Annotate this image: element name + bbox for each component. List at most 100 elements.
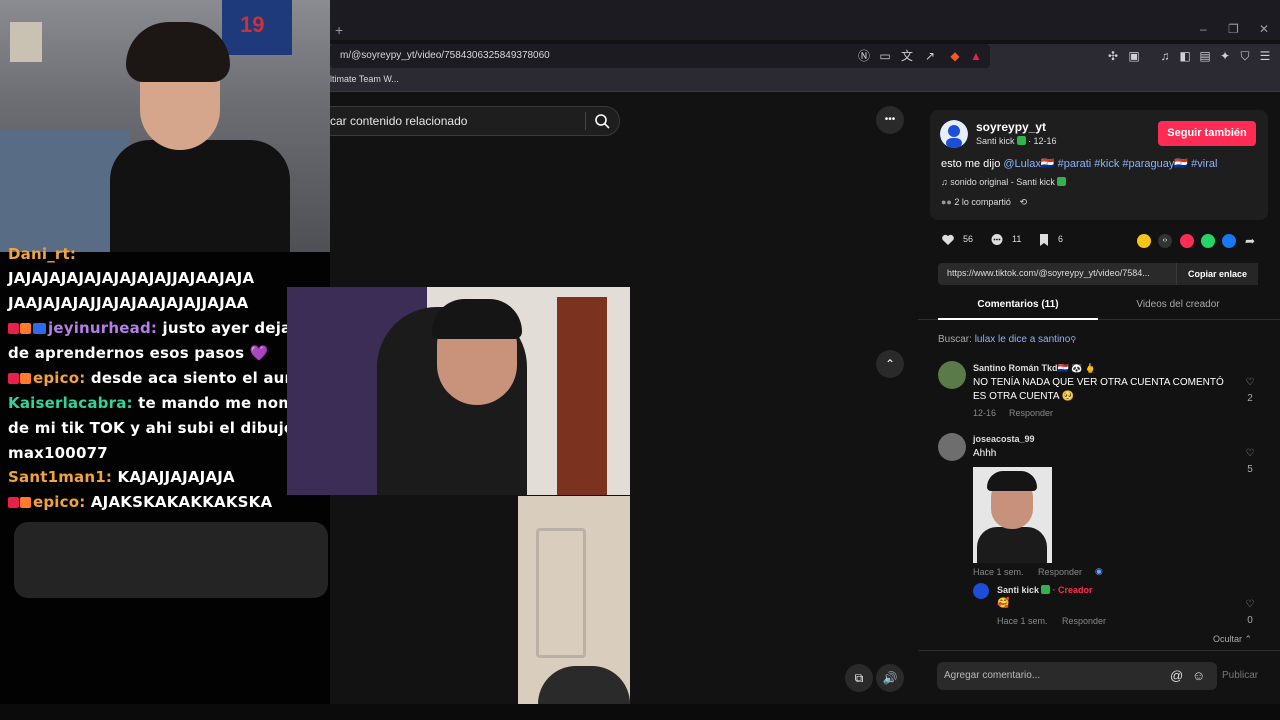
chat-username[interactable]: epico: — [33, 369, 85, 387]
ai-icon[interactable]: ✦ — [1218, 49, 1232, 63]
vpn-icon[interactable]: ⛉ — [1238, 49, 1252, 63]
chat-username[interactable]: Kaiserlacabra: — [8, 394, 133, 412]
creator-tag: · Creador — [1052, 585, 1093, 595]
comment-like-icon[interactable]: ♡ — [1243, 377, 1257, 388]
send-icon[interactable] — [1180, 234, 1194, 248]
whatsapp-icon[interactable] — [1201, 234, 1215, 248]
heart-icon[interactable] — [941, 233, 955, 247]
tab-comments[interactable]: Comentarios (11) — [938, 299, 1098, 310]
tier-badge-icon — [20, 497, 31, 508]
new-tab-button[interactable]: + — [335, 22, 343, 38]
comment-icon[interactable] — [990, 233, 1004, 247]
chat-message: epico: desde aca siento el aura — [8, 369, 302, 387]
emoji-icon[interactable]: ☺ — [1192, 668, 1205, 683]
verified-icon — [1016, 136, 1026, 145]
comment-avatar[interactable] — [938, 433, 966, 461]
search-small-icon[interactable]: ⚲ — [1070, 335, 1076, 344]
close-button[interactable]: ✕ — [1259, 22, 1269, 36]
tab-creator-videos[interactable]: Videos del creador — [1098, 299, 1258, 310]
hide-replies-button[interactable]: Ocultar ⌃ — [1213, 634, 1252, 645]
restore-button[interactable]: ❐ — [1228, 22, 1239, 36]
creator-nickname: Santi kick — [976, 136, 1015, 146]
desc-tags[interactable]: @Lulax🇵🇾 #parati #kick #paraguay🇵🇾 #vira… — [1003, 158, 1217, 170]
reply-text: 🥰 — [997, 598, 1010, 609]
mention-icon[interactable]: @ — [1170, 668, 1183, 683]
flag-badge-icon — [33, 323, 46, 334]
chat-username[interactable]: jeyinurhead: — [48, 319, 157, 337]
pip-button[interactable]: ⧉ — [845, 664, 873, 692]
share-arrow-icon[interactable]: ➦ — [1243, 234, 1257, 248]
comment-like-icon[interactable]: ♡ — [1243, 448, 1257, 459]
reply-username[interactable]: Santi kick · Creador — [997, 585, 1093, 595]
comment-like-icon[interactable]: ♡ — [1243, 599, 1257, 610]
screenshot-icon[interactable]: ▭ — [878, 49, 892, 63]
copy-link-button[interactable]: Copiar enlace — [1176, 263, 1258, 285]
chat-username[interactable]: epico: — [33, 493, 85, 511]
reply-user[interactable]: Santi kick — [997, 585, 1039, 595]
reply-button[interactable]: Responder — [1009, 408, 1053, 418]
coin-icon[interactable] — [1137, 234, 1151, 248]
chat-text: JAAJAJAJAJJAJAJAAJAJAJJAJAA — [8, 294, 249, 312]
streamer-body — [110, 140, 290, 252]
sound-name[interactable]: sonido original - Santi kick — [950, 177, 1055, 187]
chat-message: Sant1man1: KAJAJJAJAJAJA — [8, 468, 235, 486]
more-options-button[interactable]: ••• — [876, 106, 904, 134]
url-text[interactable]: m/@soyreypy_yt/video/7584306325849378060 — [340, 50, 550, 61]
search-icon[interactable] — [594, 113, 610, 129]
wallet-icon[interactable]: ▤ — [1198, 49, 1212, 63]
wall-poster — [10, 22, 42, 62]
subscriber-badge-icon — [8, 373, 19, 384]
chat-message: epico: AJAKSKAKAKKAKSKA — [8, 493, 272, 511]
previous-video-button[interactable]: ⌃ — [876, 350, 904, 378]
creator-name[interactable]: soyreypy_yt — [976, 120, 1046, 134]
comment-avatar[interactable] — [938, 361, 966, 389]
reply-button[interactable]: Responder — [1062, 616, 1106, 626]
creator-avatar[interactable] — [940, 120, 968, 148]
taskbar-strip — [0, 704, 1280, 720]
comment-image[interactable] — [973, 467, 1052, 563]
webcam-feed: 19 — [0, 0, 330, 252]
comment-username[interactable]: Santino Román Tkd🇵🇾 🐼 🖕 — [973, 363, 1096, 374]
menu-icon[interactable]: ☰ — [1258, 49, 1272, 63]
reply-date: Hace 1 sem. — [997, 616, 1048, 626]
comment-username[interactable]: joseacosta_99 — [973, 434, 1035, 444]
purple-heart-icon: 💜 — [249, 344, 269, 362]
shared-row: ●● 2 lo compartió ⟲ — [941, 197, 1027, 208]
translate-icon[interactable]: 文 — [900, 49, 914, 63]
split-view-icon[interactable]: ◧ — [1178, 49, 1192, 63]
publish-button[interactable]: Publicar — [1222, 670, 1258, 681]
shield-icon[interactable]: ◆ — [948, 49, 962, 63]
chat-username[interactable]: Sant1man1: — [8, 468, 112, 486]
chat-username[interactable]: Dani_rt: — [8, 245, 76, 263]
door — [557, 297, 607, 495]
embed-icon[interactable]: ‹› — [1158, 234, 1172, 248]
shared-count: 2 lo compartió — [954, 197, 1011, 207]
avatar-graphic — [940, 120, 968, 148]
facebook-icon[interactable] — [1222, 234, 1236, 248]
video-player[interactable] — [630, 93, 918, 704]
video-clip-main — [287, 287, 630, 495]
reply-button[interactable]: Responder — [1038, 567, 1082, 577]
active-tab-indicator — [938, 318, 1098, 320]
rewards-icon[interactable]: ▲ — [969, 49, 983, 63]
reader-icon[interactable]: Ⓝ — [857, 49, 871, 63]
bookmark-icon[interactable] — [1037, 233, 1051, 247]
repost-icon: ⟲ — [1019, 197, 1027, 207]
share-icon[interactable]: ↗ — [923, 49, 937, 63]
music-icon[interactable]: ♫ — [1158, 49, 1172, 63]
reply-avatar[interactable] — [973, 583, 989, 599]
extensions-icon[interactable]: ✣ — [1106, 49, 1120, 63]
minimize-button[interactable]: – — [1200, 22, 1207, 36]
sound-row[interactable]: ♫ sonido original - Santi kick — [941, 177, 1066, 187]
search-related-link[interactable]: lulax le dice a santino — [975, 334, 1071, 345]
volume-button[interactable]: 🔊 — [876, 664, 904, 692]
bookmark-item[interactable]: ltimate Team W... — [330, 74, 399, 84]
follow-button[interactable]: Seguir también — [1158, 121, 1256, 146]
chat-text: desde aca siento el aura — [85, 369, 303, 387]
chat-message: de aprendernos esos pasos 💜 — [8, 344, 269, 362]
creator-liked-icon: ◉ — [1095, 566, 1103, 576]
verified-icon — [1056, 177, 1066, 186]
video-link[interactable]: https://www.tiktok.com/@soyreypy_yt/vide… — [947, 268, 1150, 278]
chat-text: de aprendernos esos pasos — [8, 344, 250, 362]
sidebar-icon[interactable]: ▣ — [1127, 49, 1141, 63]
